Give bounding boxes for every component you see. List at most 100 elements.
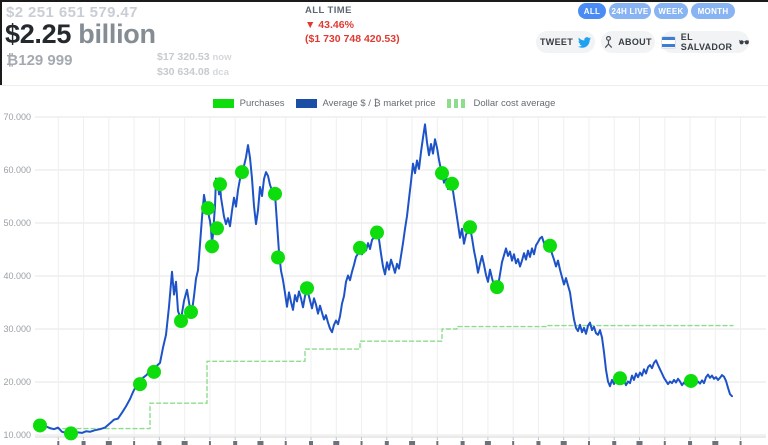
total-usd-rounded: $2.25 billion [5, 19, 156, 50]
range-button-24h-live[interactable]: 24H LIVE [609, 3, 651, 19]
x-label-cropped [82, 441, 86, 445]
x-label-cropped [182, 441, 188, 445]
y-tick-label: 50.000 [3, 218, 31, 228]
x-label-cropped [309, 441, 313, 445]
x-label-cropped [740, 441, 742, 445]
purchase-dot[interactable] [445, 177, 459, 191]
total-btc-holdings: ₿129 999 [6, 52, 72, 69]
x-label-cropped [409, 441, 415, 445]
legend-item-dca: Dollar cost average [447, 98, 556, 109]
x-label-cropped [257, 441, 263, 445]
x-label-cropped [385, 441, 389, 445]
y-tick-label: 10.000 [3, 430, 31, 440]
legend-item-market-price: Average $ / ₿ market price [296, 98, 436, 109]
x-label-cropped [133, 441, 135, 445]
change-percent: ▼ 43.46% [305, 18, 400, 32]
purchase-dot[interactable] [353, 241, 367, 255]
x-label-cropped [285, 441, 287, 445]
purchase-dot[interactable] [33, 418, 47, 432]
x-label-cropped [233, 441, 237, 445]
chart-legend: Purchases Average $ / ₿ market price Dol… [0, 97, 768, 110]
purchase-dot[interactable] [64, 426, 78, 440]
y-tick-label: 40.000 [3, 271, 31, 281]
chart-grid: 70.000 60.000 50.000 40.000 30.000 20.000 10.0… [3, 112, 766, 445]
range-button-week[interactable]: WEEK [654, 3, 688, 19]
legend-label-market-price: Average $ / ₿ market price [323, 98, 436, 109]
tweet-button-label: TWEET [540, 37, 573, 47]
x-label-cropped [712, 441, 718, 445]
price-dca-row: $30 634.08 dca [157, 65, 231, 80]
x-label-cropped [209, 441, 211, 445]
about-button-label: ABOUT [618, 37, 652, 47]
price-now-suffix: now [212, 52, 231, 63]
purchase-dot[interactable] [613, 371, 627, 385]
x-label-cropped [485, 441, 491, 445]
price-now-row: $17 320.53 now [157, 50, 231, 65]
purchase-dot[interactable] [184, 305, 198, 319]
total-usd-rounded-unit: billion [71, 19, 156, 49]
performance-block: ALL TIME ▼ 43.46% ($1 730 748 420.53) [305, 4, 400, 46]
legend-label-dca: Dollar cost average [474, 98, 556, 109]
price-now-value: $17 320.53 [157, 51, 210, 63]
purchase-dot[interactable] [490, 280, 504, 294]
purchase-dot[interactable] [147, 365, 161, 379]
period-label: ALL TIME [305, 4, 400, 18]
x-label-cropped [612, 441, 616, 445]
purchase-dot[interactable] [235, 165, 249, 179]
dca-line [35, 326, 733, 429]
purchase-dot[interactable] [684, 374, 698, 388]
header-divider [0, 85, 768, 86]
holdings-price-chart: 70.000 60.000 50.000 40.000 30.000 20.000 10.0… [0, 0, 768, 445]
purchase-dot[interactable] [300, 281, 314, 295]
x-label-cropped [637, 441, 643, 445]
purchase-dot[interactable] [271, 250, 285, 264]
purchase-dot[interactable] [210, 221, 224, 235]
price-dca-value: $30 634.08 [157, 66, 210, 78]
legend-label-purchases: Purchases [240, 98, 285, 109]
x-label-cropped [333, 441, 339, 445]
about-person-icon [604, 36, 613, 48]
legend-swatch-purchases [213, 99, 234, 108]
x-label-cropped [106, 441, 112, 445]
legend-swatch-dca [447, 99, 468, 108]
purchase-dot[interactable] [213, 177, 227, 191]
change-absolute: ($1 730 748 420.53) [305, 32, 400, 46]
purchase-dot[interactable] [435, 166, 449, 180]
glasses-icon [739, 38, 749, 46]
x-label-cropped [561, 441, 567, 445]
range-button-all[interactable]: ALL [578, 3, 606, 19]
y-tick-label: 20.000 [3, 377, 31, 387]
purchase-dot[interactable] [543, 239, 557, 253]
x-label-cropped [461, 441, 465, 445]
price-dca-suffix: dca [212, 67, 228, 78]
purchase-dot[interactable] [205, 239, 219, 253]
y-tick-label: 70.000 [3, 112, 31, 122]
purchase-dot[interactable] [463, 220, 477, 234]
x-label-cropped [664, 441, 666, 445]
el-salvador-button[interactable]: EL SALVADOR [661, 31, 749, 53]
y-tick-label: 60.000 [3, 165, 31, 175]
about-button[interactable]: ABOUT [601, 31, 655, 53]
total-usd-rounded-value: $2.25 [5, 19, 71, 49]
x-label-cropped [361, 441, 363, 445]
y-tick-label: 30.000 [3, 324, 31, 334]
purchase-dot[interactable] [201, 201, 215, 215]
purchase-dot[interactable] [370, 226, 384, 240]
purchase-dot[interactable] [268, 187, 282, 201]
x-label-cropped [157, 441, 161, 445]
x-label-cropped [512, 441, 514, 445]
purchase-dots [33, 165, 698, 440]
price-now-dca-block: $17 320.53 now $30 634.08 dca [157, 50, 231, 80]
legend-item-purchases: Purchases [213, 98, 285, 109]
x-label-cropped [57, 441, 59, 445]
tweet-button[interactable]: TWEET [536, 31, 595, 53]
legend-swatch-market-price [296, 99, 317, 108]
range-button-month[interactable]: MONTH [691, 3, 735, 19]
x-label-cropped [436, 441, 438, 445]
x-label-cropped [536, 441, 540, 445]
x-label-cropped [588, 441, 590, 445]
el-salvador-button-label: EL SALVADOR [681, 32, 734, 52]
purchase-dot[interactable] [133, 377, 147, 391]
twitter-icon [578, 36, 591, 49]
flag-el-salvador-icon [661, 36, 676, 49]
